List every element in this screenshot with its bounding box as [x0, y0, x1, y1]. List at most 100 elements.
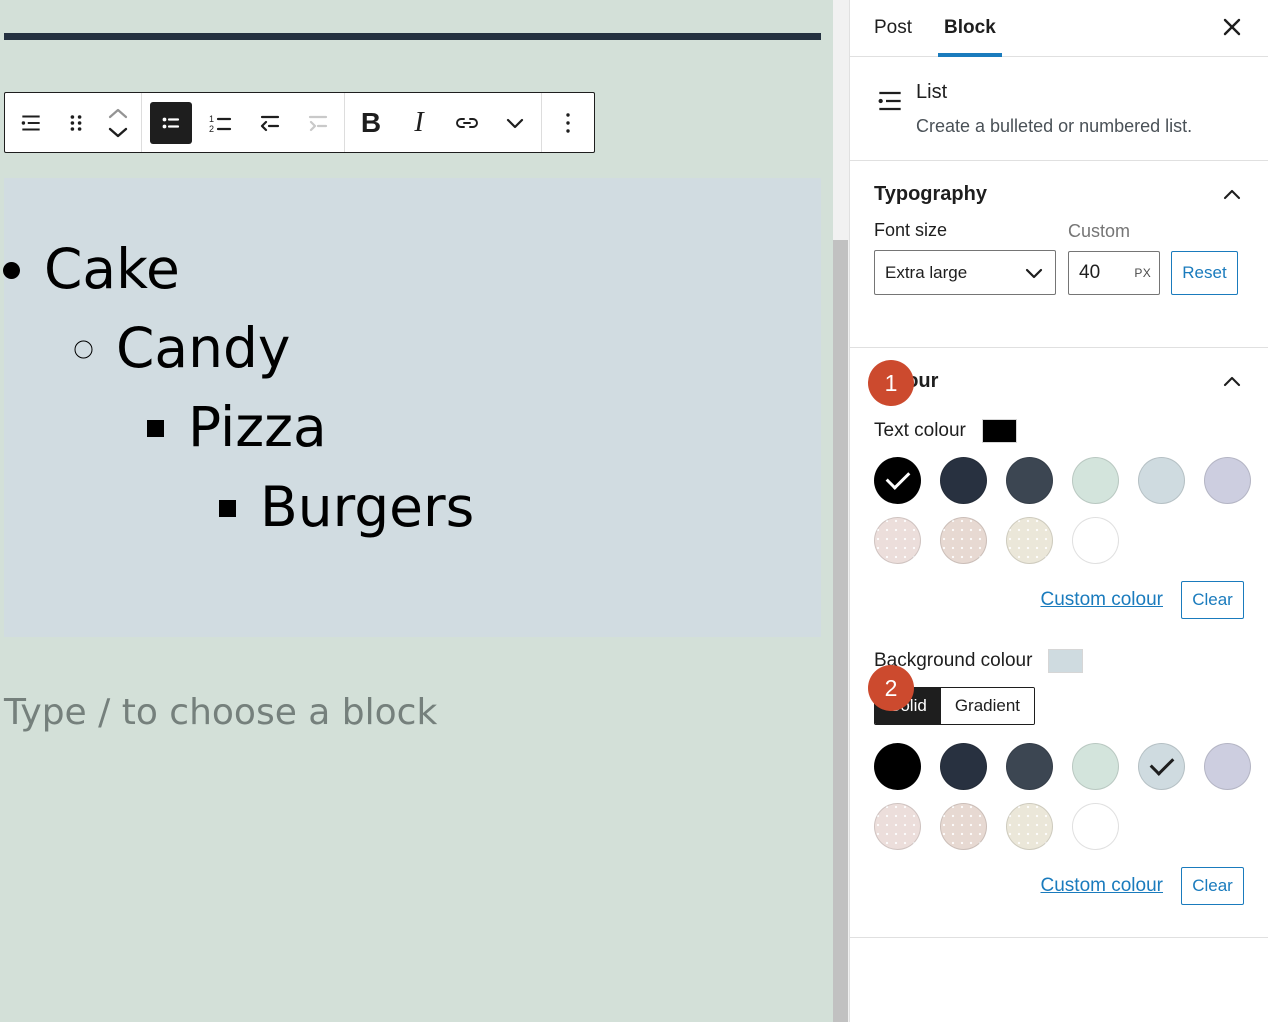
italic-icon: I	[414, 107, 423, 139]
font-size-select[interactable]: Extra large	[874, 250, 1056, 295]
list-level-4[interactable]: Burgers	[188, 468, 821, 547]
reset-font-size-button[interactable]: Reset	[1171, 251, 1238, 295]
block-type-list-button[interactable]	[7, 94, 55, 151]
colour-panel-header[interactable]: Colour	[874, 348, 1244, 407]
settings-sidebar: Post Block L	[849, 0, 1268, 1022]
list-icon	[18, 110, 44, 136]
block-title: List	[916, 81, 1192, 104]
list-item-label: Candy	[116, 316, 290, 380]
colour-swatch-pale-mint[interactable]	[1072, 743, 1119, 790]
colour-controls: Text colour Custom colour Clear Backgrou…	[874, 419, 1244, 937]
colour-swatch-dark-navy[interactable]	[940, 743, 987, 790]
link-icon	[453, 111, 481, 135]
drag-handle-icon	[68, 111, 84, 135]
colour-swatch-pale-lavender[interactable]	[1204, 457, 1251, 504]
colour-swatch-white[interactable]	[1072, 517, 1119, 564]
list-block[interactable]: Cake Candy Pizza Burgers	[4, 178, 821, 637]
toolbar-group-list: 1 2	[142, 93, 345, 152]
list-level-3[interactable]: Pizza Burgers	[116, 388, 821, 546]
gradient-tab[interactable]: Gradient	[941, 688, 1034, 724]
tab-post[interactable]: Post	[858, 0, 928, 56]
list-item-label: Pizza	[188, 395, 327, 459]
list-item[interactable]: Candy Pizza Burgers	[116, 309, 821, 547]
text-colour-row: Text colour	[874, 419, 1244, 443]
colour-swatch-dark-navy[interactable]	[940, 457, 987, 504]
outdent-button[interactable]	[246, 94, 294, 151]
list-item[interactable]: Pizza Burgers	[188, 388, 821, 546]
colour-panel: Colour Text colour Custom colour Clear	[850, 348, 1268, 938]
block-description: Create a bulleted or numbered list.	[916, 114, 1192, 138]
typography-panel: Typography Font size Extra large	[850, 161, 1268, 348]
chevron-up-icon	[1220, 374, 1244, 390]
indent-button[interactable]	[294, 94, 342, 151]
text-colour-label: Text colour	[874, 420, 966, 442]
close-settings-button[interactable]	[1212, 8, 1252, 48]
move-up-button[interactable]	[106, 107, 130, 121]
list-item[interactable]: Cake Candy Pizza Burgers	[44, 230, 821, 547]
block-options-button[interactable]	[544, 94, 592, 151]
separator-rule	[4, 33, 821, 40]
chevron-up-icon	[1220, 187, 1244, 203]
font-size-label: Font size	[874, 220, 1056, 241]
colour-swatch-blush[interactable]	[874, 517, 921, 564]
bold-button[interactable]: B	[347, 94, 395, 151]
list-icon	[874, 81, 916, 122]
more-rich-text-button[interactable]	[491, 94, 539, 151]
colour-swatch-rose-beige[interactable]	[940, 517, 987, 564]
colour-swatch-dark-slate[interactable]	[1006, 743, 1053, 790]
text-colour-clear-button[interactable]: Clear	[1181, 581, 1244, 619]
custom-font-size-input[interactable]	[1077, 261, 1125, 285]
svg-text:1: 1	[209, 114, 214, 124]
colour-swatch-rose-beige[interactable]	[940, 803, 987, 850]
colour-swatch-pale-lavender[interactable]	[1204, 743, 1251, 790]
background-colour-indicator[interactable]	[1048, 649, 1083, 673]
text-colour-indicator[interactable]	[982, 419, 1017, 443]
typography-panel-header[interactable]: Typography	[874, 161, 1244, 220]
typography-panel-title: Typography	[874, 183, 987, 206]
list-level-2[interactable]: Candy Pizza Burgers	[44, 309, 821, 547]
list-item-label: Cake	[44, 237, 180, 301]
colour-swatch-pale-blue[interactable]	[1138, 457, 1185, 504]
background-colour-row: Background colour	[874, 649, 1244, 673]
outdent-icon	[257, 111, 283, 135]
empty-paragraph-placeholder[interactable]: Type / to choose a block	[4, 692, 764, 733]
editor-scrollbar-thumb[interactable]	[833, 240, 848, 1022]
unordered-list-button[interactable]	[144, 94, 198, 151]
list-item[interactable]: Burgers	[260, 468, 821, 547]
tab-block[interactable]: Block	[928, 0, 1012, 56]
toolbar-group-options	[542, 93, 594, 152]
custom-font-size-field[interactable]: PX	[1068, 251, 1160, 295]
editor-canvas: 1 2	[0, 0, 849, 1022]
list-level-1[interactable]: Cake Candy Pizza Burgers	[4, 178, 821, 547]
colour-swatch-cream[interactable]	[1006, 803, 1053, 850]
text-colour-palette	[874, 457, 1268, 577]
colour-swatch-black[interactable]	[874, 457, 921, 504]
background-custom-colour-link[interactable]: Custom colour	[1041, 875, 1164, 897]
block-mover	[97, 94, 139, 151]
link-button[interactable]	[443, 94, 491, 151]
colour-swatch-pale-mint[interactable]	[1072, 457, 1119, 504]
background-colour-clear-button[interactable]: Clear	[1181, 867, 1244, 905]
chevron-down-icon	[1023, 266, 1045, 280]
colour-swatch-cream[interactable]	[1006, 517, 1053, 564]
numbered-list-icon: 1 2	[208, 111, 236, 135]
colour-swatch-pale-blue[interactable]	[1138, 743, 1185, 790]
typography-controls: Font size Extra large	[874, 220, 1244, 347]
ordered-list-button[interactable]: 1 2	[198, 94, 246, 151]
editor-scrollbar-track[interactable]	[833, 0, 849, 1022]
font-size-value: Extra large	[885, 263, 967, 283]
font-size-select-wrap: Extra large	[874, 250, 1056, 295]
colour-swatch-dark-slate[interactable]	[1006, 457, 1053, 504]
editor-canvas-surface[interactable]: 1 2	[0, 0, 833, 1022]
colour-swatch-blush[interactable]	[874, 803, 921, 850]
font-size-unit: PX	[1134, 266, 1151, 280]
bulleted-list-icon	[150, 102, 192, 144]
block-toolbar: 1 2	[4, 92, 595, 153]
move-down-button[interactable]	[106, 125, 130, 139]
colour-swatch-white[interactable]	[1072, 803, 1119, 850]
colour-swatch-black[interactable]	[874, 743, 921, 790]
block-info-card: List Create a bulleted or numbered list.	[850, 57, 1268, 161]
text-custom-colour-link[interactable]: Custom colour	[1041, 589, 1164, 611]
drag-handle-button[interactable]	[55, 94, 97, 151]
italic-button[interactable]: I	[395, 94, 443, 151]
